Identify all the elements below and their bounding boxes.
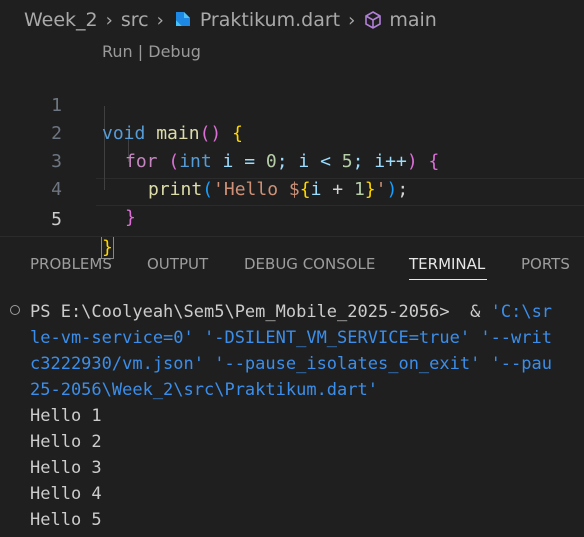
tab-problems[interactable]: PROBLEMS xyxy=(30,255,112,273)
tab-output[interactable]: OUTPUT xyxy=(147,255,208,273)
breadcrumb-folder-week2[interactable]: Week_2 xyxy=(24,9,98,31)
code-line-3: 3 print('Hello ${i + 1}'); xyxy=(0,120,584,200)
chevron-right-icon: › xyxy=(156,9,164,31)
code-line-1: 1 void main() { xyxy=(0,64,584,144)
tab-ports[interactable]: PORTS xyxy=(521,255,570,273)
dart-file-icon xyxy=(172,10,192,30)
breadcrumb-folder-src[interactable]: src xyxy=(121,9,149,31)
terminal-output-line: Hello 4 xyxy=(30,484,102,504)
breadcrumb: Week_2 › src › Praktikum.dart › main xyxy=(0,0,584,40)
code-line-5: 5 } xyxy=(0,178,584,259)
method-cube-icon xyxy=(363,10,383,30)
terminal-command-line: 25-2056\Week_2\src\Praktikum.dart' xyxy=(30,380,378,400)
codelens-run-debug[interactable]: Run | Debug xyxy=(102,42,201,61)
chevron-right-icon: › xyxy=(105,9,113,31)
active-tab-indicator xyxy=(409,279,487,280)
terminal-command-line: PS E:\Coolyeah\Sem5\Pem_Mobile_2025-2056… xyxy=(30,302,553,322)
terminal-output-line: Hello 1 xyxy=(30,406,102,426)
tab-debug-console[interactable]: DEBUG CONSOLE xyxy=(244,255,375,273)
terminal-output-line: Hello 2 xyxy=(30,432,102,452)
panel-tabs: PROBLEMS OUTPUT DEBUG CONSOLE TERMINAL P… xyxy=(0,237,584,293)
code-line-2: 2 for (int i = 0; i < 5; i++) { xyxy=(0,92,584,172)
code-line-4: 4 } xyxy=(0,148,584,228)
breadcrumb-symbol[interactable]: main xyxy=(389,9,436,31)
terminal-output[interactable]: PS E:\Coolyeah\Sem5\Pem_Mobile_2025-2056… xyxy=(0,293,584,537)
terminal-output-line: Hello 5 xyxy=(30,510,102,530)
terminal-command-line: c3222930/vm.json' '--pause_isolates_on_e… xyxy=(30,354,552,374)
command-status-circle-icon[interactable] xyxy=(10,305,20,315)
tab-terminal[interactable]: TERMINAL xyxy=(409,255,485,273)
terminal-command-line: le-vm-service=0' '-DSILENT_VM_SERVICE=tr… xyxy=(30,328,552,348)
line-number: 5 xyxy=(51,209,62,230)
terminal-output-line: Hello 3 xyxy=(30,458,102,478)
chevron-right-icon: › xyxy=(348,9,356,31)
breadcrumb-file[interactable]: Praktikum.dart xyxy=(200,9,340,31)
code-editor[interactable]: Run | Debug 1 void main() { 2 for (int i… xyxy=(0,40,584,259)
